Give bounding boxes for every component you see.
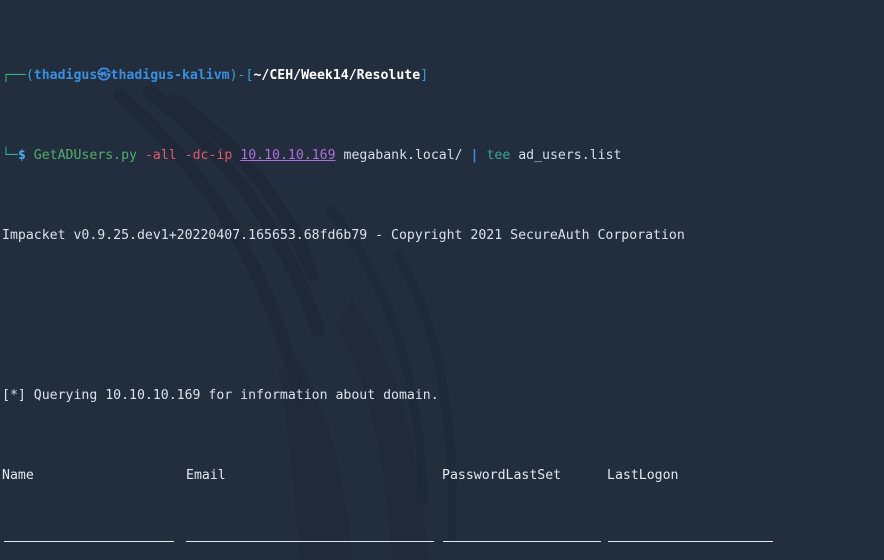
table-header-rules <box>2 532 884 548</box>
prompt-frame-bottom: └─ <box>2 148 18 163</box>
prompt-username: thadigus <box>33 68 98 83</box>
prompt-at-icon: ㉿ <box>97 68 111 83</box>
command-line[interactable]: └─$ GetADUsers.py -all -dc-ip 10.10.10.1… <box>2 148 884 164</box>
column-header-last-logon: LastLogon <box>607 468 679 483</box>
rule-email <box>186 541 434 542</box>
impacket-banner: Impacket v0.9.25.dev1+20220407.165653.68… <box>2 228 685 243</box>
prompt-close-paren: ) <box>229 68 238 83</box>
prompt-close-bracket: ] <box>420 68 429 83</box>
query-status-message: [*] Querying 10.10.10.169 for informatio… <box>2 388 439 403</box>
command-pipe-symbol: | <box>470 148 479 163</box>
command-program: GetADUsers.py <box>33 148 138 163</box>
column-header-password-last-set: PasswordLastSet <box>442 468 562 483</box>
table-header-row: Email Name PasswordLastSet LastLogon <box>2 468 884 484</box>
column-header-email: Email <box>186 468 226 483</box>
command-domain: megabank.local/ <box>343 148 463 163</box>
rule-password-last-set <box>443 541 601 542</box>
prompt-dash: - <box>237 68 246 83</box>
rule-name <box>4 541 174 542</box>
prompt-dollar-sign: $ <box>17 148 26 163</box>
command-tee: tee <box>486 148 511 163</box>
command-flags: -all -dc-ip <box>144 148 233 163</box>
terminal-screen: ┌──(thadigus㉿thadigus-kalivm)-[~/CEH/Wee… <box>0 0 884 560</box>
rule-last-logon <box>608 541 773 542</box>
prompt-frame-top: ┌── <box>2 68 26 83</box>
prompt-open-paren: ( <box>25 68 34 83</box>
command-target-ip: 10.10.10.169 <box>240 148 336 163</box>
terminal-window[interactable]: ┌──(thadigus㉿thadigus-kalivm)-[~/CEH/Wee… <box>0 0 884 560</box>
prompt-line-top: ┌──(thadigus㉿thadigus-kalivm)-[~/CEH/Wee… <box>2 68 884 84</box>
prompt-working-directory: ~/CEH/Week14/Resolute <box>253 68 421 83</box>
prompt-hostname: thadigus-kalivm <box>110 68 230 83</box>
command-output-file: ad_users.list <box>518 148 622 163</box>
